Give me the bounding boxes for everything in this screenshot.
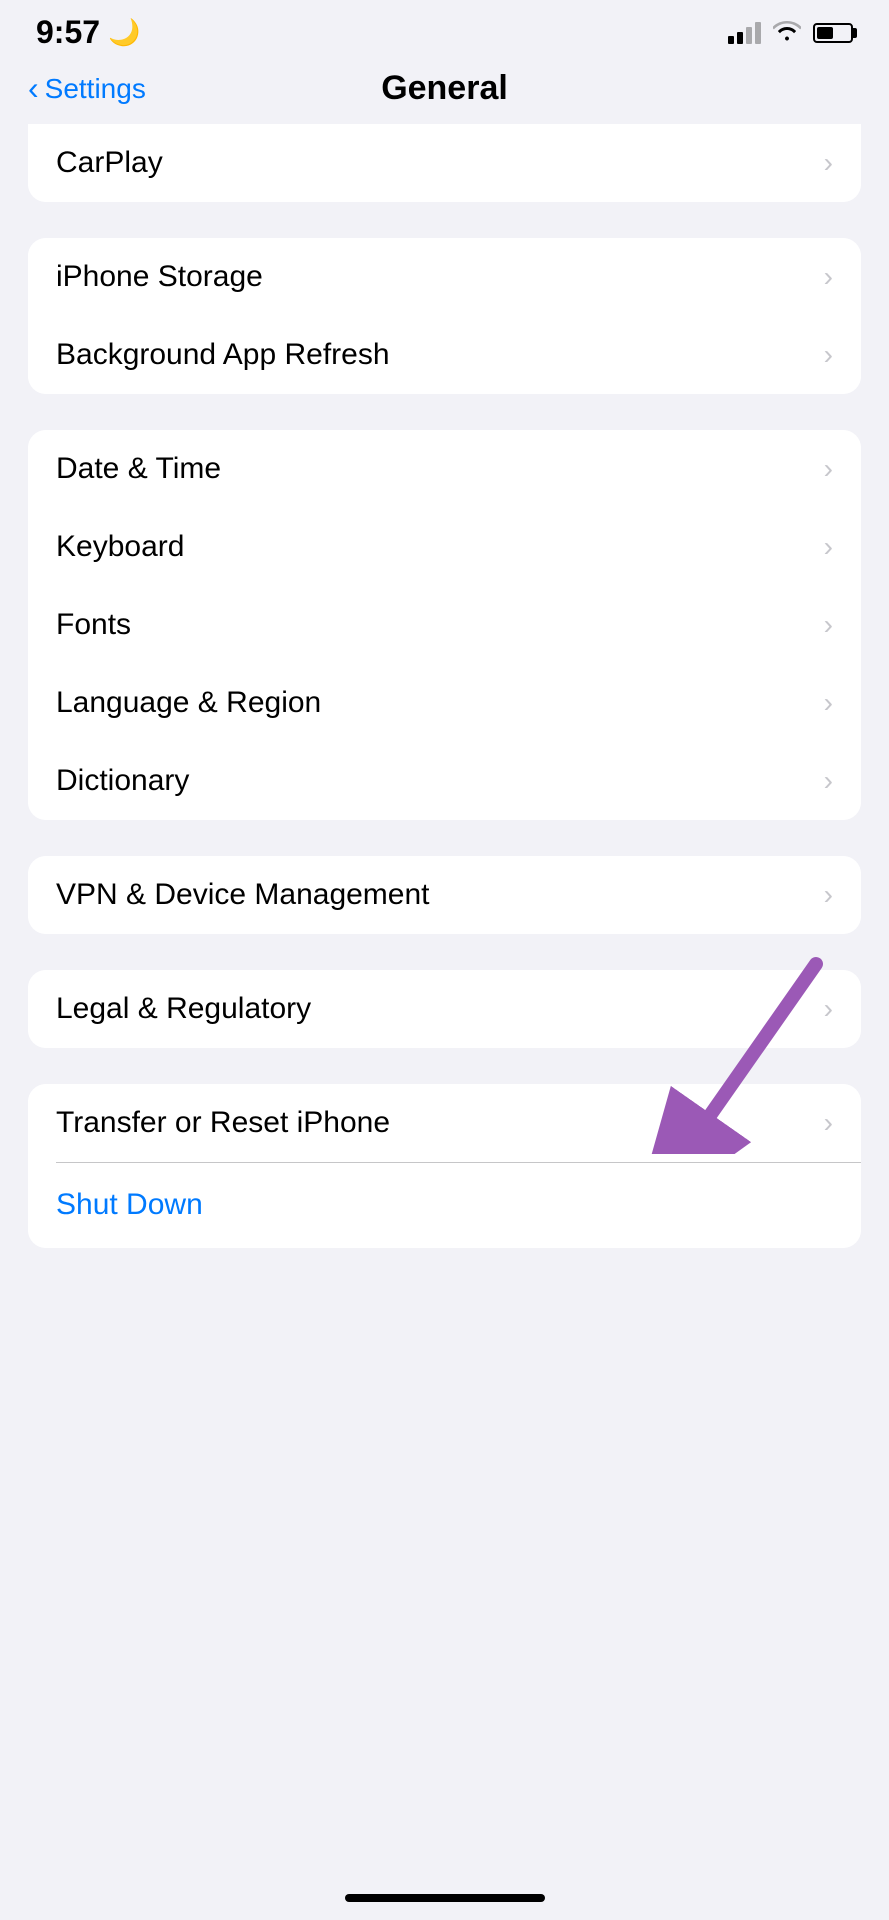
vpn-group: VPN & Device Management ›: [28, 856, 861, 934]
time-display: 9:57: [36, 14, 100, 51]
carplay-chevron-icon: ›: [824, 149, 833, 177]
language-region-item[interactable]: Language & Region ›: [28, 664, 861, 742]
page-title: General: [381, 69, 508, 108]
language-region-label: Language & Region: [56, 686, 321, 720]
vpn-chevron-icon: ›: [824, 881, 833, 909]
carplay-group: CarPlay ›: [28, 124, 861, 202]
shut-down-item[interactable]: Shut Down: [28, 1162, 861, 1248]
background-refresh-chevron-icon: ›: [824, 341, 833, 369]
transfer-reset-label: Transfer or Reset iPhone: [56, 1106, 390, 1140]
fonts-label: Fonts: [56, 608, 131, 642]
date-time-chevron-icon: ›: [824, 455, 833, 483]
dictionary-item[interactable]: Dictionary ›: [28, 742, 861, 820]
background-refresh-item[interactable]: Background App Refresh ›: [28, 316, 861, 394]
storage-group: iPhone Storage › Background App Refresh …: [28, 238, 861, 394]
back-label: Settings: [45, 73, 146, 105]
wifi-icon: [773, 19, 801, 47]
carplay-label: CarPlay: [56, 146, 163, 180]
date-time-item[interactable]: Date & Time ›: [28, 430, 861, 508]
dictionary-chevron-icon: ›: [824, 767, 833, 795]
battery-icon: [813, 23, 853, 43]
status-bar: 9:57 🌙: [0, 0, 889, 61]
iphone-storage-item[interactable]: iPhone Storage ›: [28, 238, 861, 316]
transfer-reset-chevron-icon: ›: [824, 1109, 833, 1137]
nav-header: ‹ Settings General: [0, 61, 889, 124]
battery-fill: [817, 27, 833, 39]
legal-item[interactable]: Legal & Regulatory ›: [28, 970, 861, 1048]
fonts-chevron-icon: ›: [824, 611, 833, 639]
dictionary-label: Dictionary: [56, 764, 189, 798]
legal-group: Legal & Regulatory ›: [28, 970, 861, 1048]
date-time-label: Date & Time: [56, 452, 221, 486]
signal-bar-1: [728, 36, 734, 44]
keyboard-chevron-icon: ›: [824, 533, 833, 561]
keyboard-item[interactable]: Keyboard ›: [28, 508, 861, 586]
back-chevron-icon: ‹: [28, 72, 39, 104]
shut-down-label: Shut Down: [56, 1188, 203, 1222]
iphone-storage-chevron-icon: ›: [824, 263, 833, 291]
background-refresh-label: Background App Refresh: [56, 338, 390, 372]
home-indicator: [345, 1894, 545, 1902]
back-button[interactable]: ‹ Settings: [28, 73, 146, 105]
settings-content: CarPlay › iPhone Storage › Background Ap…: [0, 124, 889, 1248]
moon-icon: 🌙: [108, 17, 140, 48]
legal-label: Legal & Regulatory: [56, 992, 311, 1026]
locale-group: Date & Time › Keyboard › Fonts › Languag…: [28, 430, 861, 820]
transfer-reset-item[interactable]: Transfer or Reset iPhone ›: [28, 1084, 861, 1162]
language-region-chevron-icon: ›: [824, 689, 833, 717]
keyboard-label: Keyboard: [56, 530, 184, 564]
status-icons: [728, 19, 853, 47]
status-time: 9:57 🌙: [36, 14, 140, 51]
signal-bar-4: [755, 22, 761, 44]
iphone-storage-label: iPhone Storage: [56, 260, 263, 294]
signal-bar-2: [737, 32, 743, 44]
bottom-section: Transfer or Reset iPhone › Shut Down: [28, 1084, 861, 1248]
signal-bar-3: [746, 27, 752, 44]
signal-icon: [728, 22, 761, 44]
bottom-card-group: Transfer or Reset iPhone › Shut Down: [28, 1084, 861, 1248]
legal-chevron-icon: ›: [824, 995, 833, 1023]
vpn-item[interactable]: VPN & Device Management ›: [28, 856, 861, 934]
fonts-item[interactable]: Fonts ›: [28, 586, 861, 664]
carplay-item[interactable]: CarPlay ›: [28, 124, 861, 202]
vpn-label: VPN & Device Management: [56, 878, 430, 912]
